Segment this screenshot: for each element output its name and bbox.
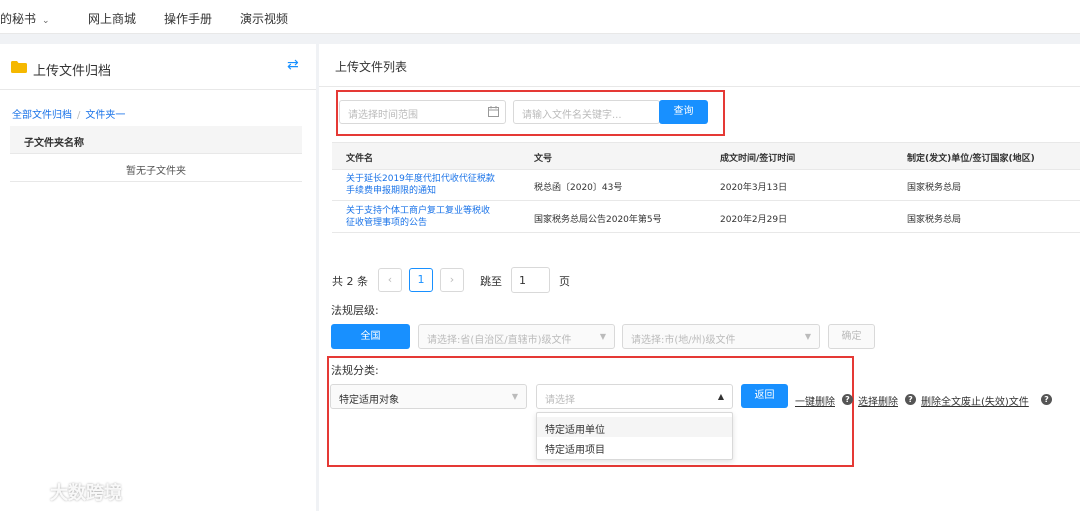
doc-no-cell: 国家税务总局公告2020年第5号	[534, 215, 662, 225]
file-name-link[interactable]: 关于支持个体工商户复工复业等税收 征收管理事项的公告	[346, 205, 490, 229]
delete-repealed-link[interactable]: 删除全文废止(失效)文件	[921, 393, 1029, 408]
date-range-placeholder: 请选择时间范围	[348, 110, 418, 121]
jump-label: 跳至	[480, 275, 502, 288]
doc-no-cell: 税总函〔2020〕43号	[534, 183, 623, 193]
keyword-input[interactable]: 请输入文件名关键字...	[513, 100, 660, 124]
archive-panel-header: 上传文件归档 ⇄	[0, 44, 316, 90]
breadcrumb: 全部文件归档 / 文件夹一	[12, 106, 125, 121]
calendar-icon	[488, 106, 499, 117]
column-header-issuer: 制定(发文)单位/签订国家(地区)	[907, 154, 1035, 164]
page-title: 上传文件列表	[335, 60, 408, 74]
archive-panel-title: 上传文件归档	[33, 64, 112, 79]
chevron-down-icon: ⌄	[42, 16, 50, 26]
watermark: 大数跨境	[8, 476, 148, 506]
confirm-button[interactable]: 确定	[828, 324, 875, 349]
province-placeholder: 请选择:省(自治区/直辖市)级文件	[427, 335, 572, 346]
folder-icon	[11, 61, 27, 73]
city-placeholder: 请选择:市(地/州)级文件	[631, 335, 736, 346]
help-icon[interactable]: ?	[905, 394, 916, 405]
select-delete-link[interactable]: 选择删除	[858, 393, 898, 408]
column-header-filename: 文件名	[346, 154, 374, 164]
help-icon[interactable]: ?	[1041, 394, 1052, 405]
table-row[interactable]: 关于延长2019年度代扣代收代征税款 手续费申报期限的通知 税总函〔2020〕4…	[332, 170, 1080, 201]
level-label: 法规层级:	[331, 304, 379, 317]
chevron-up-icon: ▲	[717, 392, 724, 401]
date-cell: 2020年2月29日	[720, 215, 788, 225]
nav-item-video[interactable]: 演示视频	[240, 10, 288, 27]
chevron-down-icon: ▼	[511, 392, 518, 401]
column-header-doc-no: 文号	[534, 154, 553, 164]
page-suffix: 页	[559, 275, 570, 288]
nav-item-manual[interactable]: 操作手册	[164, 10, 212, 27]
column-header-date: 成文时间/签订时间	[720, 154, 796, 164]
help-icon[interactable]: ?	[842, 394, 853, 405]
dropdown-option-project[interactable]: 特定适用项目	[537, 437, 732, 457]
dropdown-option-unit[interactable]: 特定适用单位	[537, 417, 732, 437]
swap-icon[interactable]: ⇄	[287, 57, 299, 73]
issuer-cell: 国家税务总局	[907, 183, 962, 193]
subcategory-dropdown: 特定适用单位 特定适用项目	[536, 412, 733, 460]
divider	[319, 86, 1080, 87]
province-select[interactable]: 请选择:省(自治区/直辖市)级文件 ▼	[418, 324, 615, 349]
chevron-down-icon: ▼	[599, 332, 606, 341]
delete-all-link[interactable]: 一键删除	[795, 393, 835, 408]
subcategory-select[interactable]: 请选择 ▲	[536, 384, 733, 409]
keyword-placeholder: 请输入文件名关键字...	[522, 110, 622, 121]
query-button[interactable]: 查询	[659, 100, 708, 124]
category-label: 法规分类:	[331, 364, 379, 377]
date-cell: 2020年3月13日	[720, 183, 788, 193]
category-select[interactable]: 特定适用对象 ▼	[330, 384, 527, 409]
all-country-button[interactable]: 全国	[331, 324, 410, 349]
nav-item-secretary-label: 的秘书	[0, 12, 37, 26]
date-range-input[interactable]: 请选择时间范围	[339, 100, 506, 124]
table-header: 文件名 文号 成文时间/签订时间 制定(发文)单位/签订国家(地区)	[332, 142, 1080, 170]
archive-panel: 上传文件归档 ⇄ 全部文件归档 / 文件夹一 子文件夹名称 暂无子文件夹	[0, 44, 316, 511]
watermark-text: 大数跨境	[50, 483, 122, 504]
total-count: 共 2 条	[332, 275, 368, 288]
table-row[interactable]: 关于支持个体工商户复工复业等税收 征收管理事项的公告 国家税务总局公告2020年…	[332, 202, 1080, 233]
back-button[interactable]: 返回	[741, 384, 788, 408]
watermark-logo-icon	[11, 479, 43, 503]
breadcrumb-separator: /	[77, 110, 81, 121]
city-select[interactable]: 请选择:市(地/州)级文件 ▼	[622, 324, 820, 349]
jump-page-input[interactable]: 1	[511, 267, 550, 293]
chevron-down-icon: ▼	[804, 332, 811, 341]
category-select-value: 特定适用对象	[339, 395, 399, 406]
nav-item-shop[interactable]: 网上商城	[88, 10, 136, 27]
prev-page-button[interactable]: ‹	[378, 268, 402, 292]
subfolder-table-header: 子文件夹名称	[10, 126, 302, 154]
next-page-button[interactable]: ›	[440, 268, 464, 292]
subfolder-empty-text: 暂无子文件夹	[10, 156, 302, 182]
file-name-link[interactable]: 关于延长2019年度代扣代收代征税款 手续费申报期限的通知	[346, 173, 495, 197]
top-nav: 的秘书 ⌄ 网上商城 操作手册 演示视频	[0, 0, 1080, 34]
file-list-panel: 上传文件列表 请选择时间范围 请输入文件名关键字... 查询 文件名 文号 成文…	[319, 44, 1080, 511]
page-1-button[interactable]: 1	[409, 268, 433, 292]
breadcrumb-all-archives[interactable]: 全部文件归档	[12, 110, 72, 121]
subcategory-placeholder: 请选择	[545, 395, 575, 406]
breadcrumb-folder-one[interactable]: 文件夹一	[85, 110, 125, 121]
subfolder-column-header: 子文件夹名称	[24, 138, 84, 149]
nav-item-secretary[interactable]: 的秘书 ⌄	[0, 10, 50, 27]
issuer-cell: 国家税务总局	[907, 215, 962, 225]
